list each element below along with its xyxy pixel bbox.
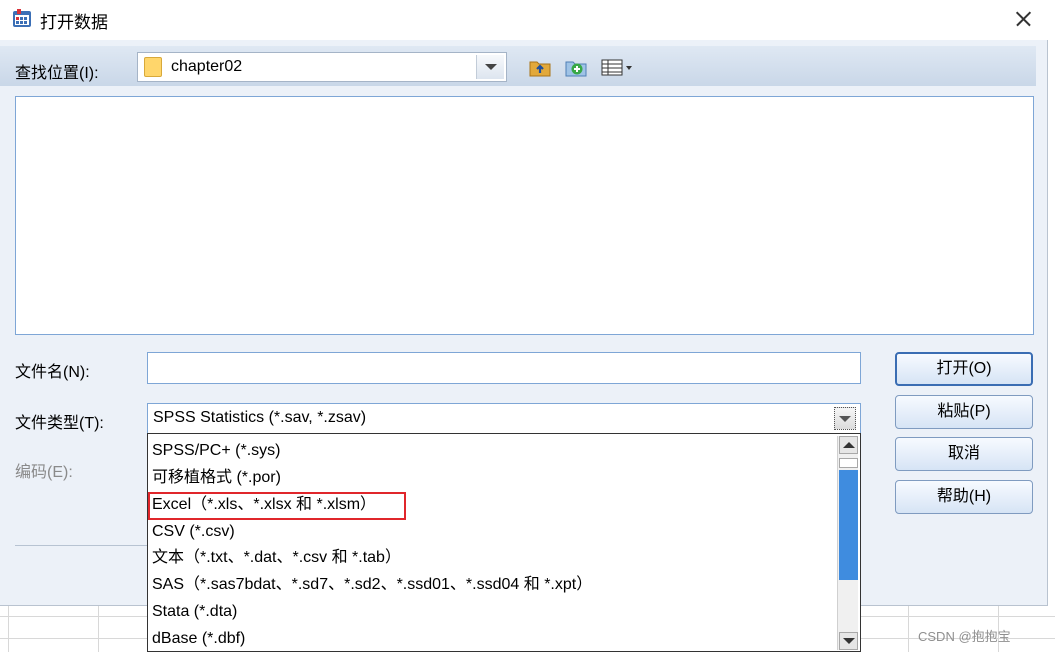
file-type-label: 文件类型(T): <box>15 415 104 432</box>
file-list-area[interactable] <box>15 96 1034 335</box>
cancel-button[interactable]: 取消 <box>895 437 1033 471</box>
scroll-thumb[interactable] <box>839 458 858 468</box>
spss-app-icon <box>13 9 31 27</box>
encoding-label: 编码(E): <box>15 464 73 481</box>
file-name-label: 文件名(N): <box>15 364 90 381</box>
help-button[interactable]: 帮助(H) <box>895 480 1033 514</box>
chevron-down-icon[interactable] <box>476 55 504 79</box>
scroll-track-selection <box>839 470 858 580</box>
file-type-option[interactable]: SPSS/PC+ (*.sys) <box>152 438 280 464</box>
file-type-value: SPSS Statistics (*.sav, *.zsav) <box>153 409 367 426</box>
file-type-option[interactable]: 可移植格式 (*.por) <box>152 465 281 491</box>
open-button[interactable]: 打开(O) <box>895 352 1033 386</box>
file-type-option[interactable]: 文本（*.txt、*.dat、*.csv 和 *.tab） <box>152 545 401 571</box>
scroll-down-arrow-icon[interactable] <box>839 632 858 650</box>
excel-highlight-annotation <box>148 492 406 520</box>
watermark: CSDN @抱抱宝 <box>918 629 1011 644</box>
paste-button[interactable]: 粘贴(P) <box>895 395 1033 429</box>
title-bar: 打开数据 <box>0 0 1048 40</box>
dialog-title: 打开数据 <box>40 13 108 32</box>
look-in-label: 查找位置(I): <box>15 65 99 82</box>
separator-line <box>15 545 150 546</box>
folder-icon <box>144 57 162 77</box>
file-type-option[interactable]: Stata (*.dta) <box>152 599 237 625</box>
look-in-value: chapter02 <box>171 58 243 75</box>
file-type-option[interactable]: SAS（*.sas7bdat、*.sd7、*.sd2、*.ssd01、*.ssd… <box>152 572 592 598</box>
close-icon[interactable] <box>1006 4 1040 34</box>
new-folder-icon[interactable] <box>564 56 588 78</box>
file-type-option[interactable]: CSV (*.csv) <box>152 519 235 545</box>
file-name-input[interactable] <box>147 352 861 384</box>
scroll-up-arrow-icon[interactable] <box>839 436 858 454</box>
chevron-down-icon[interactable] <box>834 407 856 430</box>
file-type-combo[interactable]: SPSS Statistics (*.sav, *.zsav) <box>147 403 861 434</box>
look-in-combo[interactable]: chapter02 <box>137 52 507 82</box>
up-folder-icon[interactable] <box>528 56 552 78</box>
dropdown-scrollbar[interactable] <box>837 436 858 650</box>
file-type-option[interactable]: dBase (*.dbf) <box>152 626 245 651</box>
file-type-dropdown-list[interactable]: SPSS/PC+ (*.sys) 可移植格式 (*.por) Excel（*.x… <box>147 433 861 652</box>
view-menu-icon[interactable] <box>600 56 636 78</box>
